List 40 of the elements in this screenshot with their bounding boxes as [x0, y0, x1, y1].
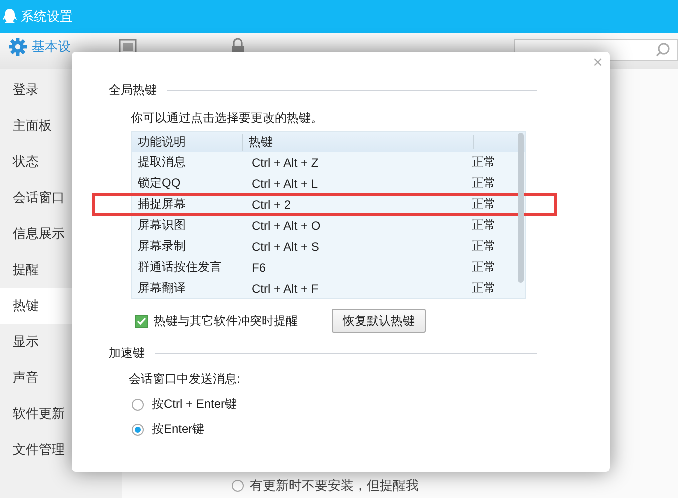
penguin-icon	[2, 8, 18, 26]
table-cell-text: F6	[251, 260, 268, 274]
table-cell-text: 正常	[471, 196, 497, 213]
table-cell-text: 捕捉屏幕	[137, 196, 187, 213]
section-title: 全局热键	[109, 82, 157, 99]
column-header: 功能说明	[137, 134, 187, 150]
table-cell-text: Ctrl + Alt + Z	[251, 156, 320, 170]
table-cell-text: 正常	[471, 154, 497, 171]
table-cell-text: Ctrl + Alt + S	[251, 240, 320, 254]
table-cell-text: Ctrl + Alt + O	[251, 218, 322, 232]
table-cell-text: Ctrl + 2	[251, 198, 292, 212]
checkbox[interactable]	[135, 314, 148, 328]
table-cell-text: 正常	[471, 175, 497, 192]
table-cell-text: 群通话按住发言	[137, 259, 223, 276]
search-icon	[655, 42, 671, 58]
hint-text: 你可以通过点击选择要更改的热键。	[131, 110, 324, 127]
table-cell-text: 正常	[471, 280, 497, 297]
scrollbar-thumb[interactable]	[518, 133, 524, 283]
table-cell-text: Ctrl + Alt + F	[251, 282, 320, 296]
radio-button[interactable]	[132, 398, 144, 410]
table-cell-text: 屏幕识图	[137, 217, 187, 234]
radio-button[interactable]	[232, 480, 244, 492]
table-cell-text: 正常	[471, 217, 497, 234]
option-label: 按Enter键	[152, 421, 205, 438]
prompt-text: 会话窗口中发送消息:	[129, 371, 242, 388]
table-cell-text: 提取消息	[137, 154, 187, 171]
column-header: 热键	[242, 134, 467, 150]
table-cell-text: 屏幕录制	[137, 238, 187, 255]
restore-defaults-button[interactable]: 恢复默认热键	[332, 309, 426, 333]
checkbox-label: 热键与其它软件冲突时提醒	[154, 312, 298, 330]
table-cell-text: 屏幕翻译	[137, 280, 187, 297]
option-label: 按Ctrl + Enter键	[152, 396, 238, 413]
section-title: 加速键	[109, 345, 145, 362]
table-cell-text: Ctrl + Alt + L	[251, 176, 320, 190]
radio-button[interactable]	[132, 424, 144, 436]
table-cell-text: 锁定QQ	[137, 175, 182, 192]
option-label: 有更新时不要安装，但提醒我	[250, 477, 419, 495]
table-cell-text: 正常	[471, 259, 497, 276]
table-cell-text: 正常	[471, 238, 497, 255]
window-title: 系统设置	[21, 8, 73, 26]
